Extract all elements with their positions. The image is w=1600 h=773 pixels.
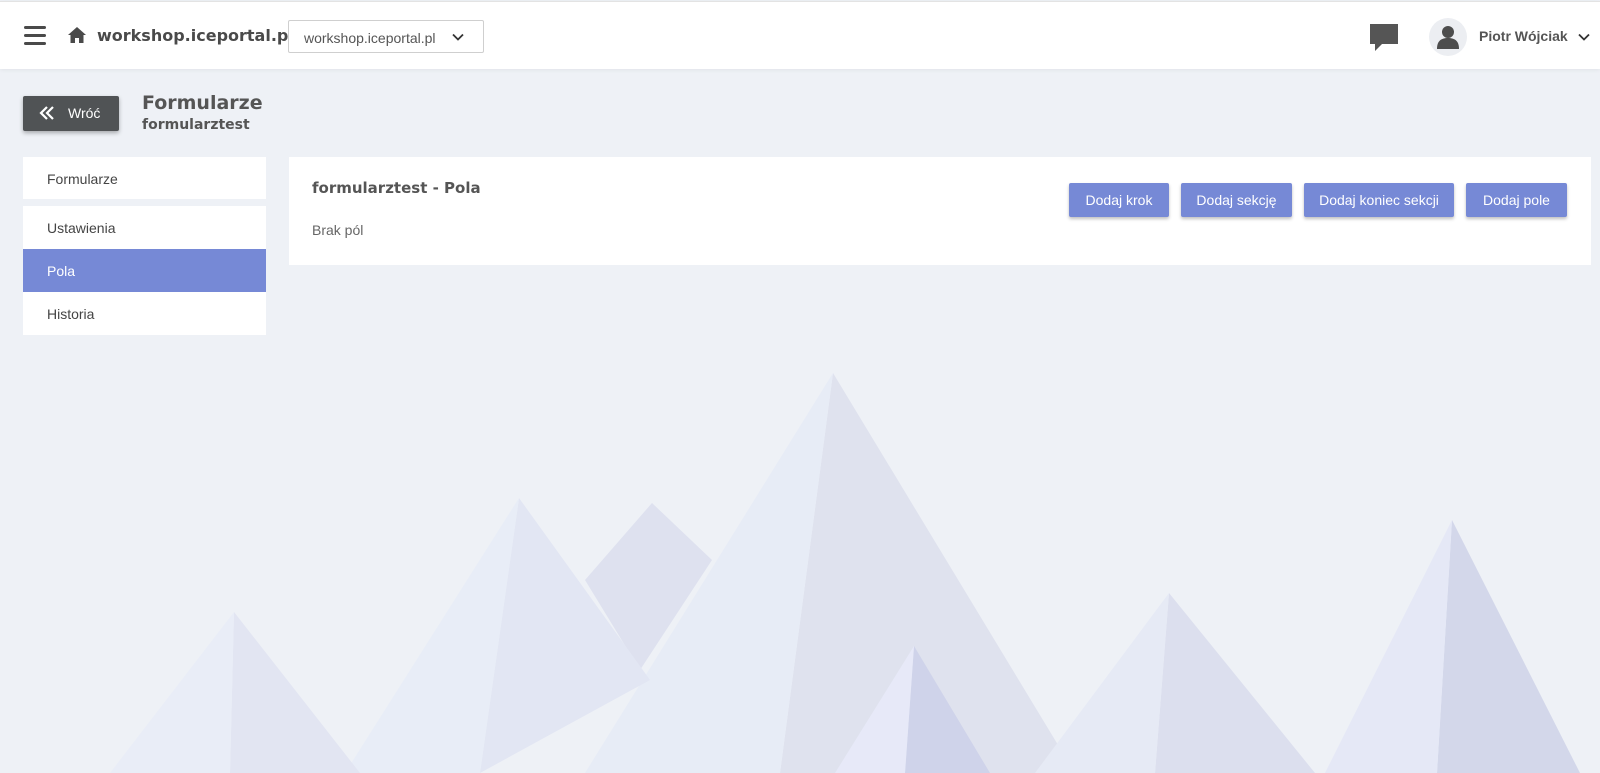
page-subtitle: formularztest	[142, 117, 250, 133]
sidebar-menu: Ustawienia Pola Historia	[23, 206, 266, 335]
user-icon	[1437, 26, 1459, 49]
sidebar-item-label: Formularze	[47, 171, 118, 187]
add-section-button[interactable]: Dodaj sekcję	[1181, 183, 1292, 217]
empty-state-text: Brak pól	[312, 222, 364, 238]
site-select[interactable]: workshop.iceportal.pl	[288, 20, 484, 53]
chevron-down-icon	[452, 33, 464, 41]
site-select-value: workshop.iceportal.pl	[304, 30, 436, 46]
double-chevron-left-icon	[39, 106, 54, 120]
add-step-button[interactable]: Dodaj krok	[1069, 183, 1169, 217]
background-mountains	[110, 373, 1580, 773]
user-menu-chevron-icon[interactable]	[1577, 30, 1591, 44]
sidebar-top: Formularze	[23, 157, 266, 199]
fields-card: formularztest - Pola Brak pól Dodaj krok…	[289, 157, 1591, 265]
sidebar-item-pola[interactable]: Pola	[23, 249, 266, 292]
add-section-end-button[interactable]: Dodaj koniec sekcji	[1304, 183, 1454, 217]
back-button-label: Wróć	[68, 105, 101, 121]
top-bar: workshop.iceportal.pl workshop.iceportal…	[0, 1, 1600, 69]
sidebar-item-label: Ustawienia	[47, 220, 116, 236]
add-field-button[interactable]: Dodaj pole	[1466, 183, 1567, 217]
sidebar-item-historia[interactable]: Historia	[23, 292, 266, 335]
chat-icon[interactable]	[1368, 22, 1400, 53]
page-title: Formularze	[142, 92, 263, 114]
site-title[interactable]: workshop.iceportal.pl	[97, 26, 294, 45]
sidebar-item-ustawienia[interactable]: Ustawienia	[23, 206, 266, 249]
sidebar-item-label: Pola	[47, 263, 76, 279]
sidebar-item-formularze[interactable]: Formularze	[23, 157, 266, 199]
hamburger-icon[interactable]	[24, 26, 46, 46]
back-button[interactable]: Wróć	[23, 96, 119, 131]
home-icon[interactable]	[67, 26, 87, 44]
user-name[interactable]: Piotr Wójciak	[1479, 28, 1568, 44]
sidebar-item-label: Historia	[47, 306, 95, 322]
card-title: formularztest - Pola	[312, 179, 481, 197]
avatar[interactable]	[1429, 18, 1467, 56]
